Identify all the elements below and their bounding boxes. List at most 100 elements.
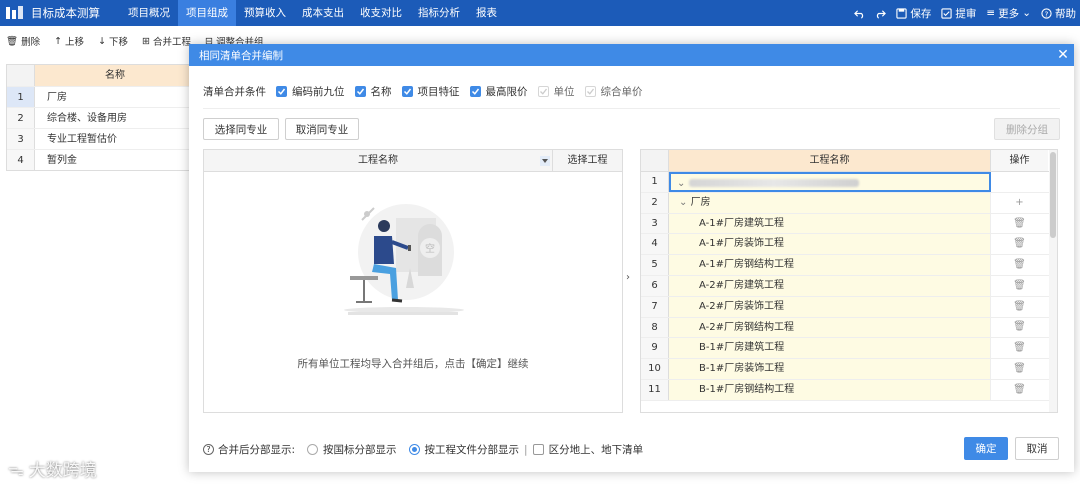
- row-name: A-2#厂房装饰工程: [669, 296, 991, 317]
- merge-project-button[interactable]: ⊞ 合并工程: [142, 34, 191, 49]
- trash-icon[interactable]: 🗑: [991, 318, 1048, 338]
- submit-review-button[interactable]: 提审: [941, 6, 976, 21]
- row-name: A-1#厂房装饰工程: [669, 234, 991, 255]
- more-menu-button[interactable]: ≡ 更多 ⌄: [986, 6, 1031, 21]
- radio-national-standard[interactable]: [307, 444, 319, 455]
- close-icon[interactable]: ✕: [1052, 44, 1074, 66]
- checkbox-checked-icon: [276, 86, 287, 97]
- condition-name[interactable]: 名称: [354, 84, 392, 99]
- left-table-header: 工程名称 选择工程: [204, 150, 622, 172]
- table-row[interactable]: 6 A-2#厂房建筑工程 🗑: [641, 275, 1057, 297]
- redo-icon[interactable]: [875, 8, 887, 19]
- condition-code-prefix[interactable]: 编码前九位: [276, 84, 345, 99]
- operation-header: 操作: [991, 150, 1048, 171]
- select-same-specialty-button[interactable]: 选择同专业: [203, 118, 279, 140]
- nav-income-expense-compare[interactable]: 收支对比: [352, 0, 410, 26]
- cancel-button[interactable]: 取消: [1015, 437, 1059, 460]
- table-row[interactable]: 5 A-1#厂房钢结构工程 🗑: [641, 255, 1057, 276]
- radio-national-standard-label[interactable]: 按国标分部显示: [323, 442, 397, 457]
- nav-indicator-analysis[interactable]: 指标分析: [410, 0, 468, 26]
- table-row[interactable]: 8 A-2#厂房钢结构工程 🗑: [641, 317, 1057, 339]
- delete-button[interactable]: 🗑 删除: [6, 34, 40, 49]
- move-up-button[interactable]: ↑ 上移: [54, 34, 85, 49]
- row-index: 8: [641, 317, 669, 338]
- menu-icon: ≡: [986, 7, 996, 19]
- row-name: ⌄ 厂房: [669, 192, 991, 213]
- condition-features[interactable]: 项目特征: [401, 84, 460, 99]
- table-row[interactable]: 1 ⌄: [641, 172, 1057, 193]
- row-index: 1: [7, 87, 35, 107]
- move-up-label: 上移: [65, 37, 85, 48]
- nav-project-overview[interactable]: 项目概况: [120, 0, 178, 26]
- table-row[interactable]: 9 B-1#厂房建筑工程 🗑: [641, 338, 1057, 360]
- empty-state-text: 所有单位工程均导入合并组后，点击【确定】继续: [297, 358, 529, 370]
- scrollbar-thumb[interactable]: [1050, 152, 1056, 238]
- redacted-text: [688, 179, 859, 187]
- help-icon[interactable]: ?: [203, 444, 214, 455]
- trash-icon[interactable]: 🗑: [991, 234, 1048, 254]
- row-name-redacted[interactable]: ⌄: [669, 172, 991, 192]
- trash-icon[interactable]: 🗑: [991, 359, 1048, 379]
- checkbox-checked-icon: [354, 86, 366, 97]
- condition-max-price[interactable]: 最高限价: [469, 84, 528, 99]
- table-row[interactable]: 4 暂列金: [7, 149, 195, 170]
- scrollbar[interactable]: [1049, 150, 1057, 412]
- help-icon: ?: [1041, 7, 1052, 19]
- trash-icon[interactable]: 🗑: [991, 380, 1048, 400]
- condition-label: 综合单价: [600, 86, 643, 98]
- table-row[interactable]: 11 B-1#厂房钢结构工程 🗑: [641, 379, 1057, 401]
- checkbox-unchecked-icon[interactable]: [532, 444, 544, 455]
- table-row[interactable]: 1 厂房: [7, 86, 195, 107]
- dialog-title: 相同清单合并编制: [199, 49, 283, 62]
- table-row[interactable]: 4 A-1#厂房装饰工程 🗑: [641, 234, 1057, 256]
- checkbox-checked-icon: [469, 86, 481, 97]
- help-button[interactable]: ? 帮助: [1041, 6, 1076, 21]
- row-index: 9: [641, 338, 669, 359]
- condition-unit: 单位: [537, 84, 575, 99]
- merge-dialog: 相同清单合并编制 ✕ 清单合并条件 编码前九位 名称 项目特征 最高限价 单位 …: [189, 44, 1074, 472]
- table-row[interactable]: 7 A-2#厂房装饰工程 🗑: [641, 296, 1057, 318]
- trash-icon[interactable]: 🗑: [991, 276, 1048, 296]
- filter-icon[interactable]: [540, 156, 550, 166]
- row-index: 3: [7, 129, 35, 149]
- cancel-same-specialty-button[interactable]: 取消同专业: [285, 118, 359, 140]
- trash-icon[interactable]: 🗑: [991, 297, 1048, 317]
- radio-project-file[interactable]: [408, 444, 420, 455]
- save-button[interactable]: 保存: [896, 6, 931, 21]
- table-row[interactable]: 3 专业工程暂估价: [7, 128, 195, 149]
- checkbox-disabled-icon: [537, 86, 549, 97]
- trash-icon[interactable]: 🗑: [991, 214, 1048, 234]
- chevron-down-icon[interactable]: ⌄: [679, 197, 691, 208]
- collapse-icon[interactable]: ⌄: [677, 178, 685, 189]
- merge-icon: ⊞: [142, 35, 151, 47]
- save-label: 保存: [910, 7, 932, 20]
- submit-review-label: 提审: [955, 7, 977, 20]
- table-row[interactable]: 2 ⌄ 厂房 +: [641, 192, 1057, 214]
- chevron-right-icon[interactable]: ›: [626, 272, 630, 283]
- trash-icon[interactable]: 🗑: [991, 338, 1048, 358]
- radio-project-file-label[interactable]: 按工程文件分部显示: [425, 442, 520, 457]
- confirm-button[interactable]: 确定: [964, 437, 1008, 460]
- table-row[interactable]: 3 A-1#厂房建筑工程 🗑: [641, 213, 1057, 235]
- move-down-button[interactable]: ↓ 下移: [98, 34, 128, 49]
- nav-cost-expense[interactable]: 成本支出: [294, 0, 352, 26]
- nav-budget-income[interactable]: 预算收入: [236, 0, 294, 26]
- table-row[interactable]: 10 B-1#厂房装饰工程 🗑: [641, 359, 1057, 380]
- brand-name: 大数跨境: [28, 461, 97, 481]
- svg-text:?: ?: [1045, 9, 1049, 18]
- undo-icon[interactable]: [854, 8, 865, 19]
- row-name: 专业工程暂估价: [47, 134, 117, 145]
- trash-icon[interactable]: 🗑: [991, 255, 1048, 275]
- app-logo-icon: [5, 5, 25, 21]
- merge-conditions: 清单合并条件 编码前九位 名称 项目特征 最高限价 单位 综合单价: [203, 84, 643, 99]
- checkbox-above-below-label[interactable]: 区分地上、地下清单: [549, 442, 644, 457]
- index-header: [7, 65, 35, 86]
- row-name: 厂房: [35, 87, 195, 107]
- row-name: A-1#厂房钢结构工程: [669, 255, 991, 275]
- row-index: 5: [641, 255, 669, 275]
- row-name: 暂列金: [47, 155, 77, 166]
- nav-reports[interactable]: 报表: [468, 0, 505, 26]
- add-icon[interactable]: +: [991, 193, 1048, 213]
- nav-project-composition[interactable]: 项目组成: [178, 0, 236, 26]
- table-row[interactable]: 2 综合楼、设备用房: [7, 107, 195, 128]
